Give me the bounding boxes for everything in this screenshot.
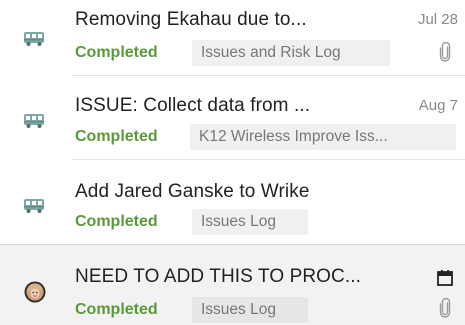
folder-tag[interactable]: K12 Wireless Improve Iss... [190, 124, 456, 150]
task-row[interactable]: ISSUE: Collect data from ... Aug 7 Compl… [0, 76, 465, 160]
paperclip-icon [439, 298, 451, 318]
bus-icon [24, 199, 44, 213]
bus-icon [24, 114, 44, 128]
task-status: Completed [75, 128, 158, 145]
task-row[interactable]: Removing Ekahau due to... Jul 28 Complet… [0, 0, 465, 76]
folder-tag[interactable]: Issues Log [192, 297, 308, 323]
task-list: Removing Ekahau due to... Jul 28 Complet… [0, 0, 465, 325]
task-title[interactable]: NEED TO ADD THIS TO PROC... [75, 266, 405, 288]
bus-icon [24, 32, 44, 46]
task-status: Completed [75, 213, 158, 230]
folder-tag[interactable]: Issues Log [192, 209, 308, 235]
user-photo-avatar [24, 281, 46, 303]
task-title[interactable]: ISSUE: Collect data from ... [75, 95, 375, 117]
task-row-selected[interactable]: NEED TO ADD THIS TO PROC... Completed Is… [0, 244, 465, 325]
folder-tag[interactable]: Issues and Risk Log [192, 40, 390, 66]
paperclip-icon [439, 42, 451, 62]
task-due-date: Aug 7 [418, 97, 458, 114]
task-due-date: Jul 28 [417, 11, 458, 28]
calendar-icon[interactable] [436, 269, 454, 287]
task-title[interactable]: Removing Ekahau due to... [75, 9, 375, 31]
task-status: Completed [75, 44, 158, 61]
task-title[interactable]: Add Jared Ganske to Wrike [75, 181, 415, 203]
task-status: Completed [75, 301, 158, 318]
task-row[interactable]: Add Jared Ganske to Wrike Completed Issu… [0, 160, 465, 244]
